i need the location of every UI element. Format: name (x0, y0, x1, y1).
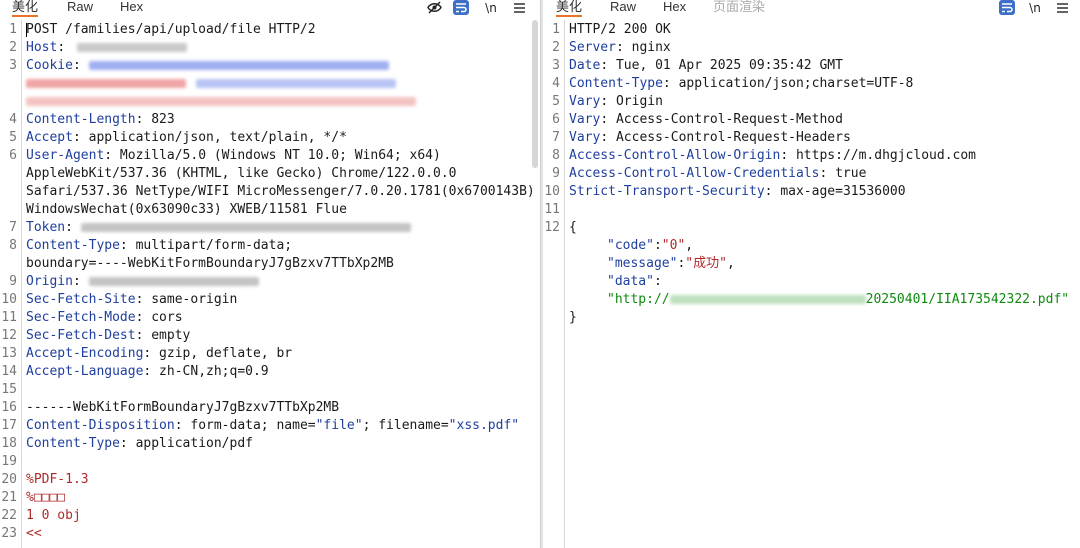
redacted-value (76, 43, 187, 52)
request-line: 9 Origin: (0, 273, 540, 291)
request-line: 23 << (1, 526, 42, 541)
response-line: 12{ (544, 220, 577, 235)
request-line: 19 (1, 454, 17, 469)
menu-icon[interactable] (1054, 0, 1070, 15)
request-tab-raw[interactable]: Raw (67, 0, 93, 17)
request-line: 4 Content-Length: 823 (9, 112, 175, 127)
redacted-value (26, 79, 186, 88)
request-line-wrap: AppleWebKit/537.36 (KHTML, like Gecko) C… (26, 166, 457, 181)
json-line: "data": (607, 274, 662, 289)
request-line: 18 Content-Type: application/pdf (1, 436, 253, 451)
request-line: 13 Accept-Encoding: gzip, deflate, br (1, 346, 293, 361)
request-line: 12 Sec-Fetch-Dest: empty (1, 328, 191, 343)
json-line: "http://20250401/IIA173542322.pdf" (607, 292, 1070, 307)
request-line: 1 POST /families/api/upload/file HTTP/2 (9, 22, 316, 37)
response-tab-raw[interactable]: Raw (610, 0, 636, 17)
request-pane: 美化 Raw Hex \n 1 POST /families/api/upload… (0, 0, 540, 548)
response-line: 2 Server: nginx (552, 40, 671, 55)
request-tab-hex[interactable]: Hex (120, 0, 143, 17)
menu-icon[interactable] (511, 0, 527, 15)
request-line-wrap (0, 75, 540, 93)
response-line: 5 Vary: Origin (552, 94, 663, 109)
response-editor[interactable]: 1 HTTP/2 200 OK 2 Server: nginx 3 Date: Tue… (543, 20, 1080, 548)
request-line: 14 Accept-Language: zh-CN,zh;q=0.9 (1, 364, 269, 379)
newline-icon[interactable]: \n (1027, 0, 1043, 15)
request-line: 22 1 0 obj (1, 508, 81, 523)
response-line: 8 Access-Control-Allow-Origin: https://m.… (552, 148, 976, 163)
request-line-wrap (0, 93, 540, 111)
request-line-wrap: Safari/537.36 NetType/WIFI MicroMessenge… (26, 184, 535, 199)
newline-icon[interactable]: \n (483, 0, 499, 15)
request-line: 21 %□□□□ (1, 490, 66, 505)
response-tab-pretty[interactable]: 美化 (556, 0, 583, 17)
response-line: 1 HTTP/2 200 OK (552, 22, 671, 37)
request-line: 5 Accept: application/json, text/plain, *… (9, 130, 347, 145)
vertical-scrollbar[interactable] (532, 20, 538, 168)
request-tabbar: 美化 Raw Hex \n (0, 0, 540, 17)
response-line: 10 Strict-Transport-Security: max-age=315… (544, 184, 906, 199)
response-pane: 美化 Raw Hex 页面渲染 \n 1 HTTP/2 200 OK 2 Serve… (543, 0, 1080, 548)
response-tabbar: 美化 Raw Hex 页面渲染 \n (543, 0, 1080, 17)
wrap-toggle-icon[interactable] (453, 0, 469, 15)
request-line: 16 ------WebKitFormBoundaryJ7gBzxv7TTbXp2… (1, 400, 340, 415)
response-line: 7 Vary: Access-Control-Request-Headers (552, 130, 851, 145)
redacted-value (26, 97, 416, 106)
redacted-value (196, 79, 396, 88)
redacted-value (80, 223, 411, 232)
response-tab-hex[interactable]: Hex (663, 0, 686, 17)
request-tab-pretty[interactable]: 美化 (12, 0, 39, 17)
response-line: 4 Content-Type: application/json;charset=… (552, 76, 914, 91)
request-line: 20 %PDF-1.3 (1, 472, 89, 487)
response-line: 9 Access-Control-Allow-Credentials: true (552, 166, 867, 181)
json-line: "code":"0", (607, 238, 694, 253)
request-editor[interactable]: 1 POST /families/api/upload/file HTTP/2 2… (0, 20, 540, 548)
request-line-wrap: boundary=----WebKitFormBoundaryJ7gBzxv7T… (26, 256, 394, 271)
request-line-wrap: WindowsWechat(0x63090c33) XWEB/11581 Flu… (26, 202, 347, 217)
response-line: 3 Date: Tue, 01 Apr 2025 09:35:42 GMT (552, 58, 843, 73)
json-line: } (569, 310, 577, 325)
redacted-value (88, 61, 389, 70)
request-line: 7 Token: (0, 219, 540, 237)
response-line: 6 Vary: Access-Control-Request-Method (552, 112, 843, 127)
request-line: 10 Sec-Fetch-Site: same-origin (1, 292, 238, 307)
request-line: 17 Content-Disposition: form-data; name="… (1, 418, 520, 433)
request-line: 3 Cookie: (0, 57, 540, 75)
response-tab-render[interactable]: 页面渲染 (713, 0, 765, 17)
request-line: 2 Host: (0, 39, 540, 57)
response-line: 11 (544, 202, 560, 217)
request-line: 11 Sec-Fetch-Mode: cors (1, 310, 183, 325)
request-line: 8 Content-Type: multipart/form-data; (9, 238, 293, 253)
json-line: "message":"成功", (607, 256, 735, 271)
request-line: 6 User-Agent: Mozilla/5.0 (Windows NT 10.… (9, 148, 441, 163)
redacted-value (88, 277, 259, 286)
redacted-value (669, 295, 866, 304)
eye-off-icon[interactable] (426, 0, 442, 15)
wrap-toggle-icon[interactable] (999, 0, 1015, 15)
request-line: 15 (1, 382, 17, 397)
